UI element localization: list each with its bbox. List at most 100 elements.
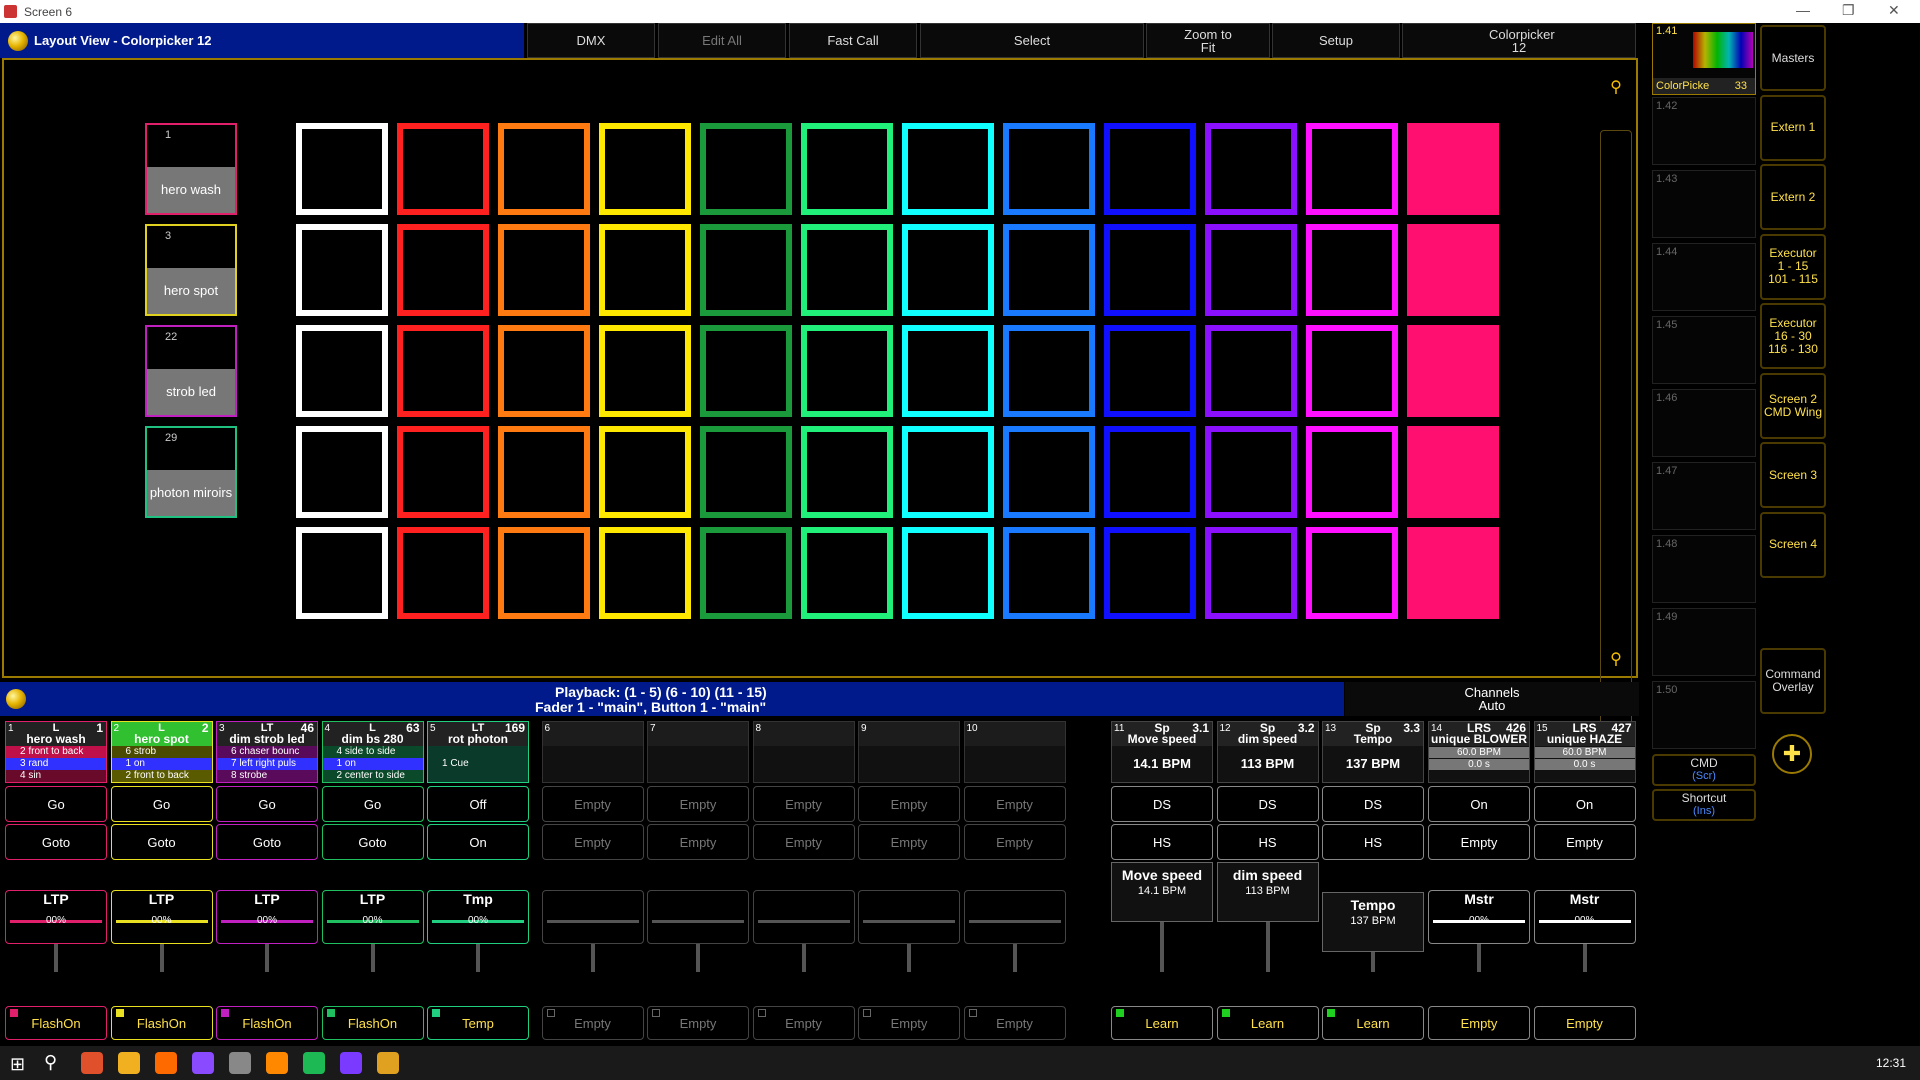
view-slot[interactable]: 1.48 (1652, 535, 1756, 603)
firefox-icon[interactable] (155, 1052, 177, 1074)
executor-fader[interactable]: LTP 00% (321, 890, 424, 944)
master-fader[interactable]: Mstr 00% (1533, 890, 1636, 944)
color-cell[interactable] (498, 123, 590, 215)
master-fader[interactable]: Mstr 00% (1428, 890, 1530, 944)
learn-button[interactable]: Learn (1322, 1006, 1424, 1040)
app-icon[interactable] (340, 1052, 362, 1074)
color-cell[interactable] (801, 325, 893, 417)
spotify-icon[interactable] (303, 1052, 325, 1074)
color-cell[interactable] (498, 224, 590, 316)
master-bottom-button[interactable]: Empty (1428, 1006, 1530, 1040)
color-cell[interactable] (397, 123, 489, 215)
executor-button-2[interactable]: Empty (647, 824, 749, 860)
view-button-6[interactable]: Screen 3 (1760, 442, 1826, 508)
shortcut-button[interactable]: Shortcut (Ins) (1652, 789, 1756, 821)
view-slot-active[interactable]: 1.41 ColorPicke 33 (1652, 23, 1756, 95)
color-cell[interactable] (700, 224, 792, 316)
view-button-4[interactable]: Executor 16 - 30 116 - 130 (1760, 303, 1826, 369)
select-button[interactable]: Select (920, 23, 1144, 58)
dmx-button[interactable]: DMX (527, 23, 655, 58)
color-cell[interactable] (902, 426, 994, 518)
color-cell[interactable] (296, 426, 388, 518)
speed-fader-widget[interactable]: dim speed 113 BPM (1216, 862, 1319, 922)
view-slot[interactable]: 1.46 (1652, 389, 1756, 457)
executor-bottom-button[interactable]: Empty (541, 1006, 644, 1040)
vertical-scrollbar[interactable] (1600, 130, 1632, 730)
discord-icon[interactable] (192, 1052, 214, 1074)
executor-bottom-button[interactable]: Empty (647, 1006, 749, 1040)
color-cell[interactable] (1205, 426, 1297, 518)
color-cell[interactable] (1104, 426, 1196, 518)
executor-button-1[interactable]: Go (5, 786, 107, 822)
maximize-icon[interactable]: ❐ (1842, 2, 1855, 19)
color-cell[interactable] (700, 123, 792, 215)
executor-button-2[interactable]: Empty (858, 824, 960, 860)
color-cell[interactable] (397, 527, 489, 619)
edit-all-button[interactable]: Edit All (658, 23, 786, 58)
executor-button-1[interactable]: Empty (858, 786, 960, 822)
color-cell[interactable] (1407, 123, 1499, 215)
executor-6[interactable]: 6 (541, 721, 644, 783)
master-button-1[interactable]: On (1428, 786, 1530, 822)
view-button-1[interactable]: Extern 1 (1760, 94, 1826, 161)
executor-button-1[interactable]: Go (110, 786, 213, 822)
color-cell[interactable] (1104, 527, 1196, 619)
speed-executor-13[interactable]: 13 Sp 3.3 Tempo 137 BPM (1322, 721, 1424, 783)
speed-fader-widget[interactable]: Move speed 14.1 BPM (1111, 862, 1213, 922)
color-cell[interactable] (902, 325, 994, 417)
color-cell[interactable] (1205, 527, 1297, 619)
learn-button[interactable]: Learn (1216, 1006, 1319, 1040)
color-cell[interactable] (296, 527, 388, 619)
zoom-to-fit-button[interactable]: Zoom to Fit (1146, 23, 1270, 58)
executor-5[interactable]: 5 LT 169 rot photon 1 Cue (427, 721, 529, 783)
close-icon[interactable]: ✕ (1888, 2, 1900, 19)
color-cell[interactable] (801, 123, 893, 215)
executor-fader[interactable] (858, 890, 960, 944)
executor-button-2[interactable]: Empty (963, 824, 1066, 860)
master-button-2[interactable]: Empty (1428, 824, 1530, 860)
speed-button-1[interactable]: DS (1216, 786, 1319, 822)
color-cell[interactable] (1003, 325, 1095, 417)
playback-orb-icon[interactable] (6, 689, 26, 709)
app-icon[interactable] (377, 1052, 399, 1074)
executor-button-1[interactable]: Empty (963, 786, 1066, 822)
color-cell[interactable] (498, 426, 590, 518)
color-cell[interactable] (599, 224, 691, 316)
executor-fader[interactable] (752, 890, 855, 944)
color-cell[interactable] (1003, 426, 1095, 518)
speed-executor-11[interactable]: 11 Sp 3.1 Move speed 14.1 BPM (1111, 721, 1213, 783)
executor-button-2[interactable]: Goto (110, 824, 213, 860)
executor-3[interactable]: 3 LT 46 dim strob led 6 chaser bounc 7 left r… (216, 721, 318, 783)
app-icon[interactable] (229, 1052, 251, 1074)
view-slot[interactable]: 1.42 (1652, 97, 1756, 165)
color-cell[interactable] (599, 123, 691, 215)
executor-bottom-button[interactable]: FlashOn (216, 1006, 318, 1040)
color-cell[interactable] (902, 527, 994, 619)
view-slot[interactable]: 1.49 (1652, 608, 1756, 676)
color-cell[interactable] (1205, 224, 1297, 316)
search-icon[interactable]: ⚲ (44, 1052, 57, 1073)
color-cell[interactable] (1104, 325, 1196, 417)
speed-executor-12[interactable]: 12 Sp 3.2 dim speed 113 BPM (1216, 721, 1319, 783)
color-cell[interactable] (397, 325, 489, 417)
view-slot[interactable]: 1.47 (1652, 462, 1756, 530)
executor-bottom-button[interactable]: FlashOn (110, 1006, 213, 1040)
executor-bottom-button[interactable]: FlashOn (321, 1006, 424, 1040)
color-cell[interactable] (599, 325, 691, 417)
color-cell[interactable] (801, 527, 893, 619)
executor-button-1[interactable]: Off (427, 786, 529, 822)
executor-button-2[interactable]: Empty (541, 824, 644, 860)
executor-9[interactable]: 9 (858, 721, 960, 783)
view-slot[interactable]: 1.45 (1652, 316, 1756, 384)
windows-start-icon[interactable]: ⊞ (10, 1054, 25, 1075)
color-cell[interactable] (1104, 224, 1196, 316)
executor-fader[interactable]: LTP 00% (110, 890, 213, 944)
color-cell[interactable] (599, 527, 691, 619)
cmd-button[interactable]: CMD (Scr) (1652, 754, 1756, 786)
executor-button-2[interactable]: Empty (752, 824, 855, 860)
executor-10[interactable]: 10 (963, 721, 1066, 783)
executor-bottom-button[interactable]: Empty (858, 1006, 960, 1040)
brave-icon[interactable] (81, 1052, 103, 1074)
color-cell[interactable] (801, 224, 893, 316)
executor-button-2[interactable]: On (427, 824, 529, 860)
